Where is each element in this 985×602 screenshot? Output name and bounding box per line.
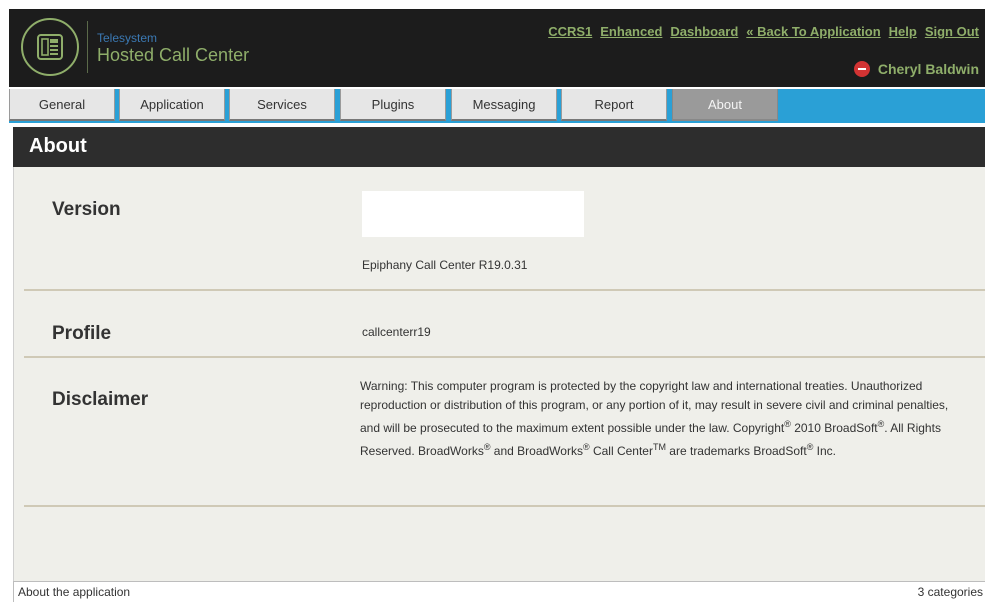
top-links: CCRS1 Enhanced Dashboard « Back To Appli… [548, 24, 979, 39]
help-link[interactable]: Help [889, 24, 917, 39]
tab-plugins[interactable]: Plugins [340, 89, 446, 121]
version-value: Epiphany Call Center R19.0.31 [362, 258, 528, 272]
disclaimer-text: Warning: This computer program is protec… [360, 379, 949, 458]
version-label: Version [52, 199, 121, 220]
back-to-application-link[interactable]: « Back To Application [746, 24, 880, 39]
tab-bar: General Application Services Plugins Mes… [9, 89, 985, 123]
about-panel: Version Epiphany Call Center R19.0.31 Pr… [13, 167, 985, 581]
status-bar: About the application 3 categories [13, 581, 985, 602]
tab-general[interactable]: General [9, 89, 115, 121]
profile-label: Profile [52, 323, 112, 344]
brand-product: Hosted Call Center [97, 45, 250, 65]
status-count: 3 categories [917, 585, 983, 599]
logo-icon [21, 18, 79, 76]
profile-value: callcenterr19 [362, 325, 431, 339]
header: Telesystem Hosted Call Center CCRS1 Enha… [9, 9, 985, 87]
application-window: Telesystem Hosted Call Center CCRS1 Enha… [9, 9, 985, 602]
logo-divider [87, 21, 88, 73]
enhanced-link[interactable]: Enhanced [600, 24, 662, 39]
version-logo-placeholder [362, 191, 584, 237]
disclaimer-label: Disclaimer [52, 389, 149, 410]
tab-application[interactable]: Application [119, 89, 225, 121]
tab-services[interactable]: Services [229, 89, 335, 121]
tab-report[interactable]: Report [561, 89, 667, 121]
disclaimer-separator [24, 505, 985, 507]
tab-about[interactable]: About [672, 89, 778, 121]
version-separator [24, 289, 985, 291]
dashboard-link[interactable]: Dashboard [670, 24, 738, 39]
brand-company: Telesystem [97, 31, 158, 45]
phone-device-icon [37, 34, 63, 60]
current-user: Cheryl Baldwin [853, 61, 979, 77]
user-status-icon [853, 61, 870, 77]
page-title: About [29, 135, 87, 157]
profile-separator [24, 356, 985, 358]
tab-messaging[interactable]: Messaging [451, 89, 557, 121]
user-name: Cheryl Baldwin [877, 61, 979, 77]
sign-out-link[interactable]: Sign Out [925, 24, 979, 39]
ccrs1-link[interactable]: CCRS1 [548, 24, 592, 39]
status-description: About the application [18, 585, 131, 599]
page-title-bar: About [13, 127, 985, 167]
